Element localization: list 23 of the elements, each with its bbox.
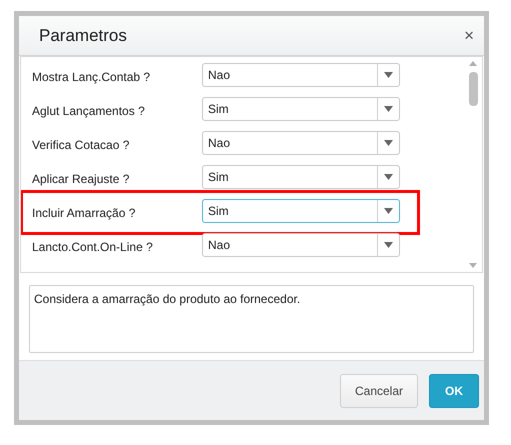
select-field[interactable]: Sim: [202, 97, 400, 121]
dropdown-caret-icon[interactable]: [384, 140, 393, 146]
parameter-label: Verifica Cotacao ?: [32, 137, 130, 153]
scrollbar-thumb[interactable]: [468, 72, 478, 106]
dropdown-caret-icon[interactable]: [384, 242, 393, 248]
parameter-label: Lancto.Cont.On-Line ?: [32, 239, 154, 255]
dropdown-caret-icon[interactable]: [384, 106, 393, 112]
parameter-label: Aplicar Reajuste ?: [32, 171, 130, 187]
parameter-label: Aglut Lançamentos ?: [32, 103, 146, 119]
dialog-title: Parametros: [39, 24, 127, 47]
select-field[interactable]: Sim: [202, 165, 400, 189]
description-box: Considera a amarração do produto ao fornecedor.: [29, 285, 474, 353]
parameter-label: Incluir Amarração ?: [32, 205, 136, 221]
select-field[interactable]: Nao: [202, 63, 400, 87]
dropdown-caret-icon[interactable]: [384, 208, 393, 214]
dropdown-caret-icon[interactable]: [384, 72, 393, 78]
select-field[interactable]: Sim: [202, 199, 400, 223]
parameter-label: Mostra Lanç.Contab ?: [32, 69, 152, 85]
select-field[interactable]: Nao: [202, 233, 400, 257]
close-button[interactable]: ×: [464, 27, 474, 44]
cancel-button[interactable]: Cancelar: [340, 374, 418, 408]
select-field[interactable]: Nao: [202, 131, 400, 155]
dropdown-caret-icon[interactable]: [384, 174, 393, 180]
